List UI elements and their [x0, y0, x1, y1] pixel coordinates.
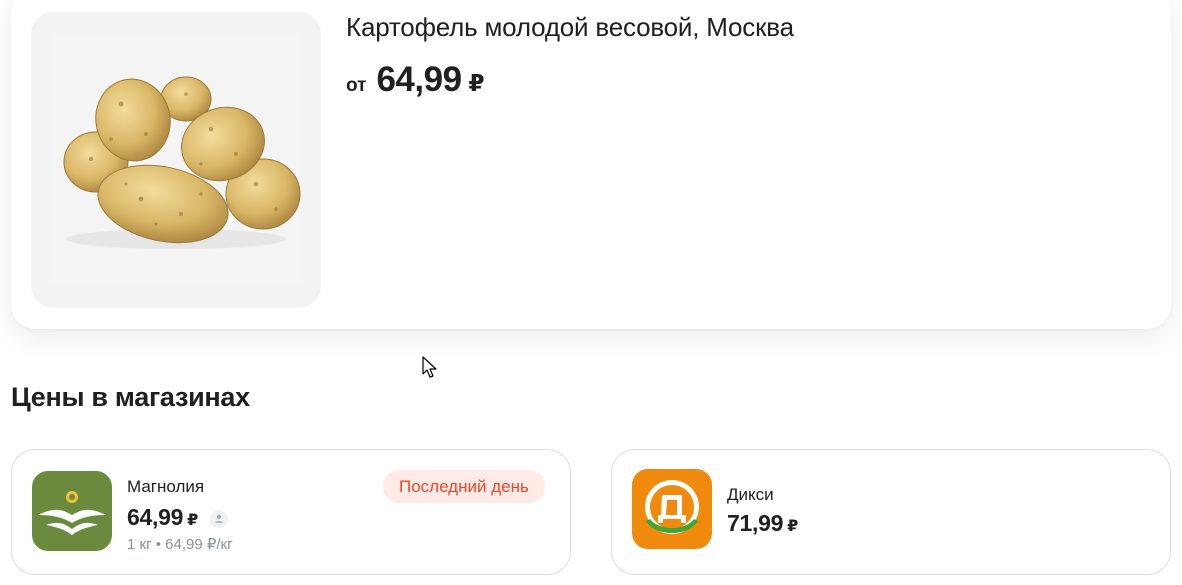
- dixy-logo: [632, 469, 712, 549]
- price-prefix: от: [346, 75, 367, 96]
- store-price-value: 64,99: [127, 504, 184, 530]
- store-card-dixy[interactable]: Дикси 71,99 ₽: [611, 449, 1171, 575]
- product-card: Картофель молодой весовой, Москва от 64,…: [11, 0, 1171, 329]
- product-title: Картофель молодой весовой, Москва: [346, 12, 794, 42]
- section-heading: Цены в магазинах: [11, 382, 250, 412]
- store-price: 71,99 ₽: [727, 510, 798, 537]
- potatoes-illustration: [63, 76, 301, 249]
- store-name: Магнолия: [127, 477, 205, 496]
- store-name: Дикси: [727, 485, 774, 504]
- unit-price: 1 кг • 64,99 ₽/кг: [127, 536, 233, 553]
- user-icon: [210, 510, 228, 528]
- currency-symbol: ₽: [787, 518, 799, 535]
- magnolia-logo: [32, 471, 112, 551]
- product-image[interactable]: [31, 12, 321, 308]
- product-price: от 64,99 ₽: [346, 60, 485, 100]
- potatoes-photo: [51, 34, 301, 284]
- currency-symbol: ₽: [468, 70, 485, 96]
- store-card-magnolia[interactable]: Магнолия 64,99 ₽ 1 кг • 64,99 ₽/кг После…: [11, 449, 571, 575]
- price-value: 64,99: [376, 60, 462, 99]
- store-price: 64,99 ₽: [127, 504, 198, 531]
- store-price-value: 71,99: [727, 510, 784, 536]
- mouse-pointer-icon: [422, 356, 438, 380]
- currency-symbol: ₽: [187, 512, 199, 529]
- last-day-badge: Последний день: [383, 470, 545, 503]
